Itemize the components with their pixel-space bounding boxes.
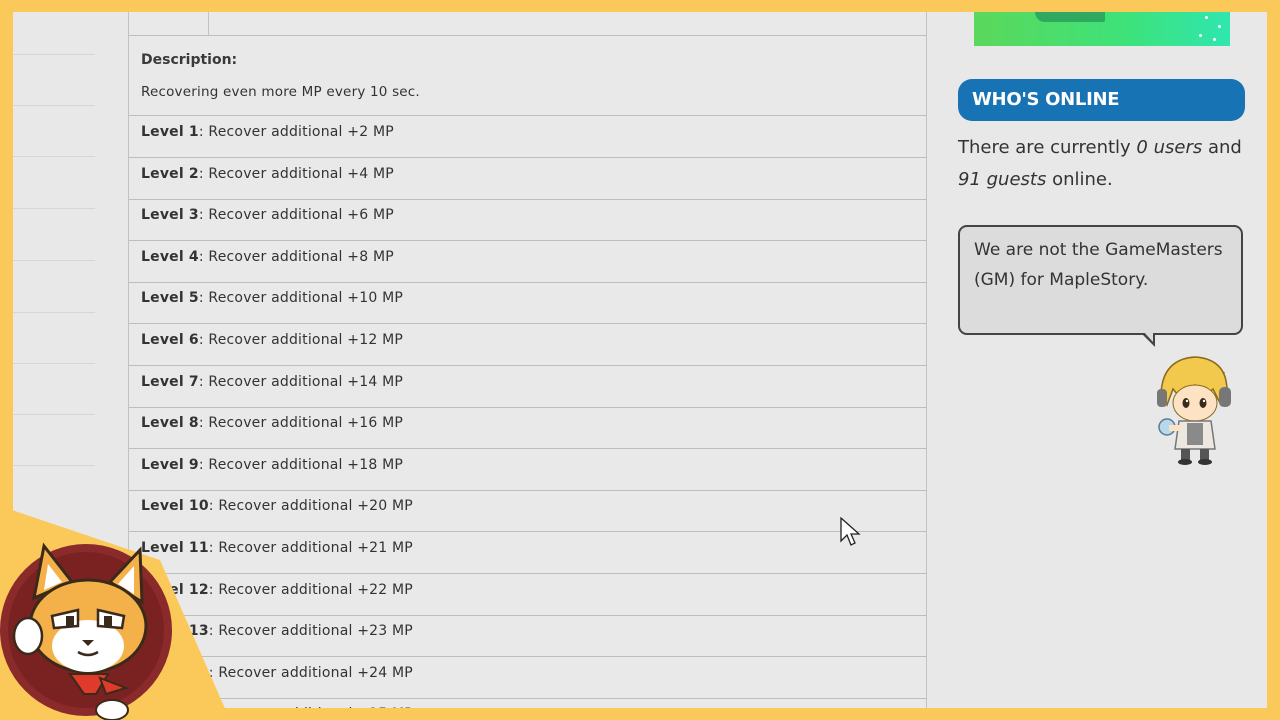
level-row: Level 2: Recover additional +4 MP	[141, 166, 394, 182]
table-divider	[129, 656, 926, 658]
banner-decoration	[1035, 12, 1105, 22]
level-row: Level 8: Recover additional +16 MP	[141, 415, 403, 431]
maplestory-character-icon	[1157, 356, 1231, 465]
level-label: Level 5	[141, 290, 199, 307]
left-column-divider	[13, 414, 95, 415]
level-effect: : Recover additional +10 MP	[198, 290, 404, 307]
level-effect: : Recover additional +20 MP	[208, 498, 413, 515]
level-effect: : Recover additional +24 MP	[208, 664, 413, 681]
table-cell-divider	[208, 12, 209, 35]
left-column-divider	[13, 465, 95, 466]
online-users-count: 0 users	[1136, 137, 1203, 158]
left-column-divider	[13, 363, 95, 364]
level-row: Level 9: Recover additional +18 MP	[141, 457, 403, 473]
level-label: Level 7	[141, 373, 199, 390]
level-row: Level 1: Recover additional +2 MP	[141, 124, 394, 140]
level-label: Level 9	[141, 456, 199, 473]
level-effect: : Recover additional +21 MP	[208, 540, 413, 556]
table-divider	[129, 448, 926, 450]
level-effect: : Recover additional +2 MP	[198, 124, 394, 140]
table-divider	[129, 198, 926, 200]
description-text: Recovering even more MP every 10 sec.	[141, 84, 420, 100]
banner-sparkle	[1213, 38, 1216, 41]
level-row: Level 5: Recover additional +10 MP	[141, 290, 403, 306]
left-column-divider	[13, 260, 95, 261]
level-label: Level 2	[141, 165, 199, 182]
banner-sparkle	[1205, 16, 1208, 19]
table-divider	[129, 365, 926, 366]
table-divider	[129, 531, 926, 533]
level-row: Level 4: Recover additional +8 MP	[141, 249, 394, 265]
level-row: Level 6: Recover additional +12 MP	[141, 332, 403, 348]
level-label: Level 4	[141, 248, 199, 265]
level-effect: : Recover additional +4 MP	[198, 165, 394, 182]
level-label: Level 1	[141, 124, 199, 140]
level-label: Level 6	[141, 332, 199, 348]
left-column-divider	[13, 54, 95, 55]
banner-sparkle	[1199, 34, 1202, 37]
skill-detail-table: Description: Recovering even more MP eve…	[128, 12, 927, 708]
table-divider	[129, 323, 926, 325]
left-column-divider	[13, 105, 95, 106]
table-divider	[129, 35, 926, 36]
level-effect: : Recover additional +22 MP	[208, 581, 413, 598]
table-divider	[129, 614, 926, 616]
table-divider	[129, 697, 926, 699]
table-divider	[129, 281, 926, 283]
left-column-divider	[13, 208, 95, 209]
level-effect: : Recover additional +23 MP	[208, 623, 413, 640]
table-divider	[129, 489, 926, 491]
table-divider	[129, 240, 926, 242]
speech-bubble-tail-fill	[1143, 331, 1153, 342]
online-text-mid: and	[1202, 137, 1242, 158]
level-row: Level 7: Recover additional +14 MP	[141, 374, 403, 390]
level-effect: : Recover additional +25 MP	[209, 706, 413, 708]
level-row: Level 3: Recover additional +6 MP	[141, 207, 394, 223]
whos-online-text: There are currently 0 users and 91 guest…	[958, 132, 1248, 196]
online-guests-count: 91 guests	[958, 169, 1047, 190]
level-effect: : Recover additional +12 MP	[198, 332, 404, 348]
mouse-pointer-icon	[840, 517, 861, 546]
speech-bubble: We are not the GameMasters (GM) for Mapl…	[958, 225, 1243, 335]
table-divider	[129, 573, 926, 574]
whos-online-heading: WHO'S ONLINE	[958, 79, 1245, 121]
level-effect: : Recover additional +14 MP	[198, 373, 404, 390]
level-label: Level 8	[141, 415, 199, 432]
level-effect: : Recover additional +8 MP	[198, 248, 394, 265]
left-column-divider	[13, 156, 95, 157]
level-label: Level 3	[141, 207, 199, 224]
fox-mascot-logo-icon	[0, 506, 230, 720]
online-text-prefix: There are currently	[958, 137, 1137, 158]
level-effect: : Recover additional +16 MP	[198, 415, 404, 432]
banner-sparkle	[1218, 25, 1221, 28]
description-label: Description:	[141, 52, 238, 68]
table-divider	[129, 115, 926, 116]
left-column-divider	[13, 312, 95, 313]
table-divider	[129, 406, 926, 408]
table-divider	[129, 157, 926, 158]
level-effect: : Recover additional +6 MP	[198, 207, 394, 224]
level-effect: : Recover additional +18 MP	[198, 456, 404, 473]
online-text-suffix: online.	[1046, 169, 1113, 190]
